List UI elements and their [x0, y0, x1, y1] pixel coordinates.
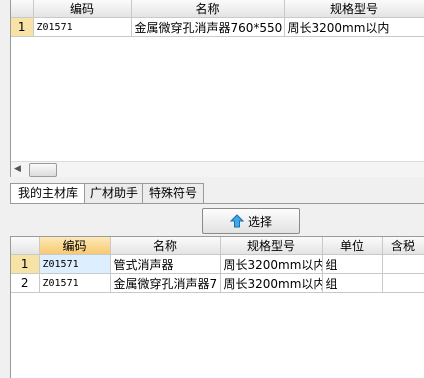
table-row[interactable]: 2 Z01571 金属微穿孔消声器7 周长3200mm以内 组: [11, 273, 424, 293]
cell-unit[interactable]: 组: [322, 254, 383, 274]
cell-tax[interactable]: [382, 273, 424, 293]
bottom-grid-header-code[interactable]: 编码: [39, 237, 111, 255]
cell-tax[interactable]: [382, 254, 424, 274]
cell-name[interactable]: 金属微穿孔消声器760*550: [131, 17, 285, 37]
bottom-grid-corner: [11, 237, 40, 255]
up-arrow-icon: [229, 214, 244, 228]
bottom-grid-table: 编码 名称 规格型号 单位 含税 1 Z01571 管式消声器 周长3200mm…: [11, 237, 424, 293]
row-number[interactable]: 1: [11, 17, 34, 37]
top-grid-table: 编码 名称 规格型号 1 Z01571 金属微穿孔消声器760*550 周长32…: [11, 0, 424, 37]
scrollbar-thumb[interactable]: [29, 163, 57, 177]
table-row[interactable]: 1 Z01571 金属微穿孔消声器760*550 周长3200mm以内: [11, 17, 424, 37]
top-grid-header-code[interactable]: 编码: [33, 0, 132, 18]
cell-name[interactable]: 管式消声器: [110, 254, 221, 274]
select-button-label: 选择: [247, 214, 272, 229]
cell-name[interactable]: 金属微穿孔消声器7: [110, 273, 221, 293]
cell-unit[interactable]: 组: [322, 273, 383, 293]
row-number[interactable]: 2: [11, 273, 40, 293]
cell-spec[interactable]: 周长3200mm以内: [220, 273, 323, 293]
bottom-grid-header-tax[interactable]: 含税: [382, 237, 424, 255]
top-grid-corner: [11, 0, 34, 18]
tab-special-symbols[interactable]: 特殊符号: [142, 183, 204, 203]
row-number[interactable]: 1: [11, 254, 40, 274]
tab-divider: [10, 203, 424, 204]
bottom-grid-header-spec[interactable]: 规格型号: [220, 237, 323, 255]
select-button[interactable]: 选择: [202, 208, 300, 234]
tab-my-material-library[interactable]: 我的主材库: [10, 183, 86, 204]
bottom-grid-header-name[interactable]: 名称: [110, 237, 221, 255]
cell-spec[interactable]: 周长3200mm以内: [284, 17, 424, 37]
top-grid-horizontal-scrollbar[interactable]: ◀: [11, 161, 424, 177]
top-grid-header-name[interactable]: 名称: [131, 0, 285, 18]
bottom-grid-header-unit[interactable]: 单位: [322, 237, 383, 255]
table-row[interactable]: 1 Z01571 管式消声器 周长3200mm以内 组: [11, 254, 424, 274]
top-grid-header-spec[interactable]: 规格型号: [284, 0, 424, 18]
bottom-grid-header-row: 编码 名称 规格型号 单位 含税: [11, 237, 424, 255]
scroll-left-arrow-icon[interactable]: ◀: [14, 164, 21, 174]
cell-code[interactable]: Z01571: [33, 17, 132, 37]
tab-guangcai-assistant[interactable]: 广材助手: [84, 183, 144, 203]
cell-code[interactable]: Z01571: [39, 273, 111, 293]
cell-spec[interactable]: 周长3200mm以内: [220, 254, 323, 274]
top-grid-header-row: 编码 名称 规格型号: [11, 0, 424, 18]
cell-code[interactable]: Z01571: [39, 254, 111, 274]
